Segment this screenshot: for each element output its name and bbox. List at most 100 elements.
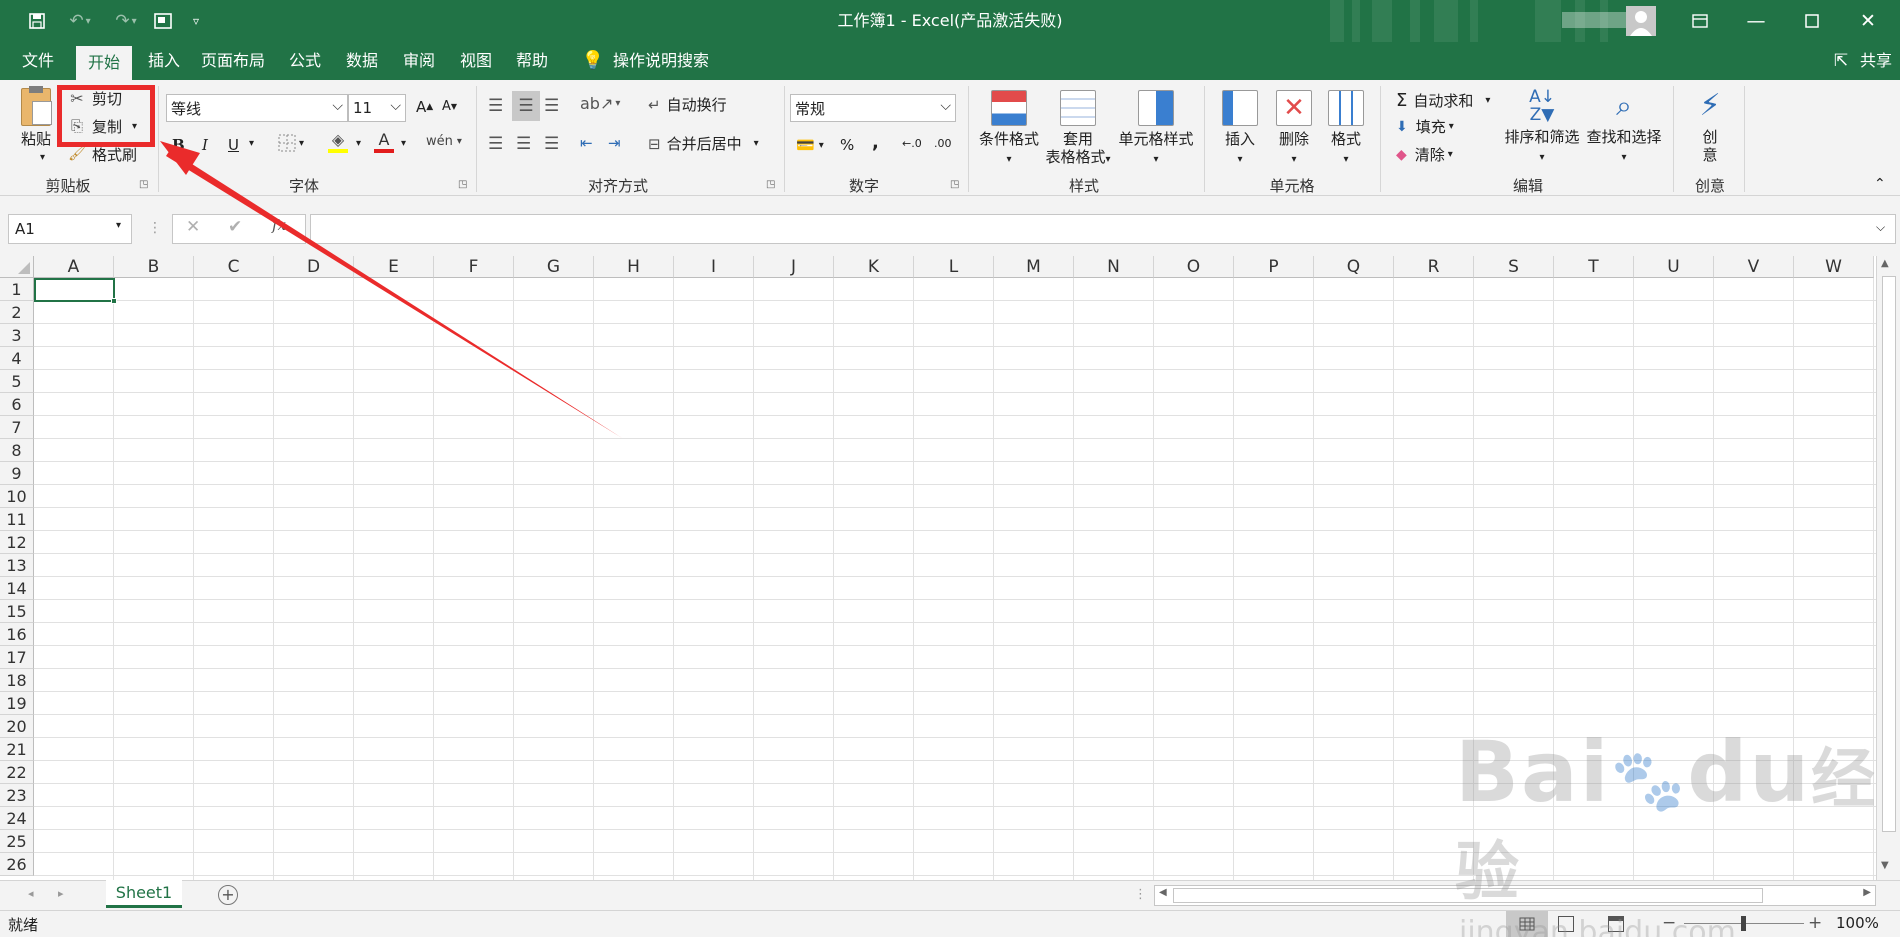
font-launcher-icon[interactable]: ◳ xyxy=(458,179,467,190)
sheet-tab-sheet1[interactable]: Sheet1 xyxy=(106,880,182,908)
decrease-font-size-button[interactable]: A ▼ xyxy=(442,99,457,114)
align-bottom-icon[interactable]: ☰ xyxy=(544,96,559,116)
column-header[interactable]: K xyxy=(834,256,914,278)
normal-view-icon[interactable] xyxy=(1506,911,1548,937)
row-header[interactable]: 8 xyxy=(0,439,34,462)
row-header[interactable]: 25 xyxy=(0,830,34,853)
font-name-combo[interactable]: 等线 ⌵ xyxy=(166,94,348,122)
align-left-icon[interactable]: ☰ xyxy=(488,134,503,154)
column-header[interactable]: S xyxy=(1474,256,1554,278)
tab-view[interactable]: 视图 xyxy=(452,42,500,80)
column-header[interactable]: W xyxy=(1794,256,1874,278)
font-color-button[interactable]: A xyxy=(374,130,394,153)
bold-button[interactable]: B xyxy=(172,136,185,154)
row-header[interactable]: 21 xyxy=(0,738,34,761)
active-cell-A1[interactable] xyxy=(34,278,115,302)
maximize-icon[interactable] xyxy=(1786,0,1838,42)
align-top-icon[interactable]: ☰ xyxy=(488,96,503,116)
tell-me-search[interactable]: 操作说明搜索 xyxy=(610,42,712,80)
row-header[interactable]: 20 xyxy=(0,715,34,738)
underline-dropdown-icon[interactable]: ▾ xyxy=(249,138,254,149)
font-color-dropdown-icon[interactable]: ▾ xyxy=(401,138,406,149)
copy-button[interactable]: ⎘ 复制 ▾ xyxy=(66,115,137,137)
conditional-formatting-button[interactable]: 条件格式 ▾ xyxy=(974,90,1044,169)
decrease-decimal-button[interactable]: .00 xyxy=(934,137,952,150)
tab-split-grip-icon[interactable]: ⋮ xyxy=(1134,887,1147,902)
decrease-indent-icon[interactable]: ⇤ xyxy=(580,134,593,152)
tab-formulas[interactable]: 公式 xyxy=(282,42,328,80)
create-button[interactable]: ⚡ 创意 xyxy=(1692,88,1728,164)
column-header[interactable]: A xyxy=(34,256,114,278)
zoom-in-icon[interactable]: + xyxy=(1808,913,1822,933)
format-painter-button[interactable]: 🖌 格式刷 xyxy=(66,143,137,165)
row-header[interactable]: 14 xyxy=(0,577,34,600)
column-header[interactable]: O xyxy=(1154,256,1234,278)
tab-page-layout[interactable]: 页面布局 xyxy=(196,42,270,80)
expand-formula-bar-icon[interactable]: ⌵ xyxy=(1876,220,1885,235)
close-icon[interactable]: ✕ xyxy=(1842,0,1894,42)
undo-icon[interactable]: ↶ ▾ xyxy=(60,0,100,42)
sort-filter-button[interactable]: A↓ Z▼ 排序和筛选 ▾ xyxy=(1504,88,1580,167)
zoom-level[interactable]: 100% xyxy=(1836,914,1879,932)
row-header[interactable]: 19 xyxy=(0,692,34,715)
format-cells-button[interactable]: 格式 ▾ xyxy=(1326,90,1366,169)
row-header[interactable]: 22 xyxy=(0,761,34,784)
vertical-scroll-thumb[interactable] xyxy=(1882,276,1896,832)
column-header[interactable]: H xyxy=(594,256,674,278)
column-header[interactable]: G xyxy=(514,256,594,278)
merge-center-button[interactable]: ⊟ 合并后居中 ▾ xyxy=(648,133,759,154)
add-sheet-icon[interactable]: + xyxy=(218,885,238,905)
increase-indent-icon[interactable]: ⇥ xyxy=(608,134,621,152)
row-header[interactable]: 9 xyxy=(0,462,34,485)
column-header[interactable]: Q xyxy=(1314,256,1394,278)
percent-style-button[interactable]: % xyxy=(840,136,854,154)
merge-dropdown-icon[interactable]: ▾ xyxy=(754,138,759,149)
row-header[interactable]: 5 xyxy=(0,370,34,393)
tab-insert[interactable]: 插入 xyxy=(140,42,188,80)
prev-sheet-icon[interactable]: ◂ xyxy=(28,887,34,900)
alignment-launcher-icon[interactable]: ◳ xyxy=(766,179,775,190)
share-icon[interactable]: ⇱ xyxy=(1828,42,1854,80)
cell-styles-button[interactable]: 单元格样式 ▾ xyxy=(1114,90,1198,169)
row-header[interactable]: 3 xyxy=(0,324,34,347)
tab-review[interactable]: 审阅 xyxy=(395,42,443,80)
page-break-view-icon[interactable] xyxy=(1608,916,1624,932)
column-header[interactable]: V xyxy=(1714,256,1794,278)
insert-cells-button[interactable]: 插入 ▾ xyxy=(1220,90,1260,169)
cut-button[interactable]: ✂ 剪切 xyxy=(66,87,122,109)
row-header[interactable]: 6 xyxy=(0,393,34,416)
worksheet-grid[interactable]: ABCDEFGHIJKLMNOPQRSTUVW 1 2 3 4 5 6 7 8 9 10 11 12 1… xyxy=(0,256,1900,880)
increase-font-size-button[interactable]: A ▲ xyxy=(416,98,433,116)
row-header[interactable]: 2 xyxy=(0,301,34,324)
row-header[interactable]: 26 xyxy=(0,853,34,876)
next-sheet-icon[interactable]: ▸ xyxy=(58,887,64,900)
zoom-out-icon[interactable]: − xyxy=(1662,913,1676,933)
paste-dropdown-icon[interactable]: ▾ xyxy=(40,152,45,163)
scroll-right-icon[interactable]: ▶ xyxy=(1863,887,1871,898)
column-header[interactable]: R xyxy=(1394,256,1474,278)
column-header[interactable]: F xyxy=(434,256,514,278)
row-header[interactable]: 24 xyxy=(0,807,34,830)
column-header[interactable]: I xyxy=(674,256,754,278)
fill-button[interactable]: ⬇ 填充 ▾ xyxy=(1396,116,1454,137)
fill-color-dropdown-icon[interactable]: ▾ xyxy=(356,138,361,149)
fill-handle[interactable] xyxy=(111,298,117,304)
column-header[interactable]: U xyxy=(1634,256,1714,278)
name-box-dropdown-icon[interactable]: ▾ xyxy=(116,220,121,231)
increase-decimal-button[interactable]: ←.0 xyxy=(902,137,922,150)
save-icon[interactable] xyxy=(22,0,52,42)
scroll-left-icon[interactable]: ◀ xyxy=(1159,887,1167,898)
tab-file[interactable]: 文件 xyxy=(12,42,64,80)
tab-help[interactable]: 帮助 xyxy=(508,42,556,80)
column-header[interactable]: J xyxy=(754,256,834,278)
page-layout-view-icon[interactable] xyxy=(1558,916,1574,932)
number-format-combo[interactable]: 常规 ⌵ xyxy=(790,94,956,122)
accounting-format-icon[interactable]: 💳 ▾ xyxy=(796,136,824,154)
align-right-icon[interactable]: ☰ xyxy=(544,134,559,154)
align-center-icon[interactable]: ☰ xyxy=(516,134,531,154)
minimize-icon[interactable]: — xyxy=(1730,0,1782,42)
formula-input[interactable] xyxy=(310,214,1896,244)
row-header[interactable]: 12 xyxy=(0,531,34,554)
number-launcher-icon[interactable]: ◳ xyxy=(950,179,959,190)
horizontal-scrollbar[interactable]: ◀ ▶ xyxy=(1154,885,1876,906)
